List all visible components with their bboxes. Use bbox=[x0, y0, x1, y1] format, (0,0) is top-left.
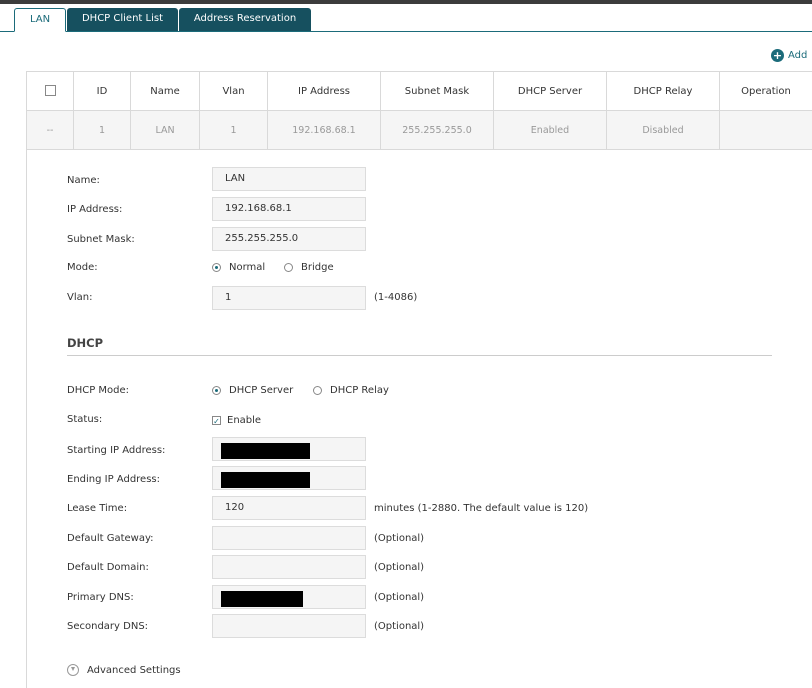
ip-address-input[interactable]: 192.168.68.1 bbox=[212, 197, 366, 221]
dhcp-relay-radio[interactable]: DHCP Relay bbox=[313, 385, 389, 396]
status-label: Status: bbox=[67, 414, 103, 425]
default-gateway-hint: (Optional) bbox=[374, 533, 425, 544]
column-header-id: ID bbox=[73, 71, 131, 111]
vlan-input[interactable]: 1 bbox=[212, 286, 366, 310]
column-header-subnet-mask: Subnet Mask bbox=[380, 71, 494, 111]
advanced-settings-toggle[interactable]: Advanced Settings bbox=[67, 664, 181, 676]
tab-dhcp-client-list[interactable]: DHCP Client List bbox=[67, 8, 178, 31]
top-bar bbox=[0, 0, 812, 4]
row-vlan-cell: 1 bbox=[199, 110, 268, 150]
ending-ip-input[interactable] bbox=[212, 466, 366, 490]
lease-time-input[interactable]: 120 bbox=[212, 496, 366, 520]
dhcp-mode-label: DHCP Mode: bbox=[67, 385, 130, 396]
starting-ip-input[interactable] bbox=[212, 437, 366, 461]
mode-bridge-radio[interactable]: Bridge bbox=[284, 262, 334, 273]
row-id-cell: 1 bbox=[73, 110, 131, 150]
primary-dns-input[interactable] bbox=[212, 585, 366, 609]
row-mask-cell: 255.255.255.0 bbox=[380, 110, 494, 150]
redacted-block bbox=[221, 472, 310, 488]
lease-time-label: Lease Time: bbox=[67, 503, 128, 514]
dhcp-relay-label: DHCP Relay bbox=[330, 385, 389, 396]
radio-unselected-icon bbox=[284, 263, 293, 272]
radio-unselected-icon bbox=[313, 386, 322, 395]
default-gateway-label: Default Gateway: bbox=[67, 533, 154, 544]
status-enable-label: Enable bbox=[227, 415, 262, 426]
mode-bridge-label: Bridge bbox=[301, 262, 334, 273]
mode-normal-radio[interactable]: Normal bbox=[212, 262, 265, 273]
add-label: Add bbox=[788, 50, 808, 61]
tab-address-reservation[interactable]: Address Reservation bbox=[179, 8, 311, 31]
tab-lan[interactable]: LAN bbox=[14, 8, 66, 32]
primary-dns-label: Primary DNS: bbox=[67, 592, 134, 603]
radio-selected-icon bbox=[212, 386, 221, 395]
column-header-ip-address: IP Address bbox=[267, 71, 381, 111]
add-button[interactable]: + Add bbox=[771, 49, 807, 62]
redacted-block bbox=[221, 591, 303, 607]
redacted-block bbox=[221, 443, 310, 459]
column-header-operation: Operation bbox=[719, 71, 812, 111]
advanced-settings-label: Advanced Settings bbox=[87, 664, 181, 676]
tab-bar: LAN DHCP Client List Address Reservation bbox=[0, 6, 812, 32]
default-domain-hint: (Optional) bbox=[374, 562, 425, 573]
ending-ip-label: Ending IP Address: bbox=[67, 474, 160, 485]
edit-panel bbox=[26, 145, 812, 688]
vlan-hint: (1-4086) bbox=[374, 292, 418, 303]
dhcp-section-title: DHCP bbox=[67, 336, 104, 350]
ip-address-label: IP Address: bbox=[67, 204, 123, 215]
dhcp-server-radio[interactable]: DHCP Server bbox=[212, 385, 293, 396]
section-divider bbox=[67, 355, 772, 356]
primary-dns-hint: (Optional) bbox=[374, 592, 425, 603]
row-server-cell: Enabled bbox=[493, 110, 607, 150]
select-all-cell[interactable] bbox=[26, 71, 74, 111]
name-input[interactable]: LAN bbox=[212, 167, 366, 191]
secondary-dns-label: Secondary DNS: bbox=[67, 621, 149, 632]
secondary-dns-input[interactable] bbox=[212, 614, 366, 638]
row-name-cell: LAN bbox=[130, 110, 200, 150]
row-relay-cell: Disabled bbox=[606, 110, 720, 150]
mode-label: Mode: bbox=[67, 262, 98, 273]
mode-normal-label: Normal bbox=[229, 262, 266, 273]
table-row[interactable]: -- 1 LAN 1 192.168.68.1 255.255.255.0 En… bbox=[26, 110, 812, 150]
subnet-mask-label: Subnet Mask: bbox=[67, 234, 135, 245]
subnet-mask-input[interactable]: 255.255.255.0 bbox=[212, 227, 366, 251]
secondary-dns-hint: (Optional) bbox=[374, 621, 425, 632]
name-label: Name: bbox=[67, 175, 100, 186]
row-operation-cell bbox=[719, 110, 812, 150]
vlan-label: Vlan: bbox=[67, 292, 93, 303]
row-check-cell: -- bbox=[26, 110, 74, 150]
starting-ip-label: Starting IP Address: bbox=[67, 445, 166, 456]
status-enable-checkbox[interactable]: ✓ Enable bbox=[212, 415, 261, 426]
row-ip-cell: 192.168.68.1 bbox=[267, 110, 381, 150]
column-header-vlan: Vlan bbox=[199, 71, 268, 111]
lan-table: ID Name Vlan IP Address Subnet Mask DHCP… bbox=[26, 71, 812, 150]
radio-selected-icon bbox=[212, 263, 221, 272]
default-domain-label: Default Domain: bbox=[67, 562, 149, 573]
dhcp-server-label: DHCP Server bbox=[229, 385, 294, 396]
table-header-row: ID Name Vlan IP Address Subnet Mask DHCP… bbox=[26, 71, 812, 111]
lease-time-hint: minutes (1-2880. The default value is 12… bbox=[374, 503, 589, 514]
default-gateway-input[interactable] bbox=[212, 526, 366, 550]
column-header-dhcp-relay: DHCP Relay bbox=[606, 71, 720, 111]
column-header-dhcp-server: DHCP Server bbox=[493, 71, 607, 111]
column-header-name: Name bbox=[130, 71, 200, 111]
checkmark-icon: ✓ bbox=[212, 416, 221, 426]
plus-circle-icon: + bbox=[771, 49, 784, 62]
default-domain-input[interactable] bbox=[212, 555, 366, 579]
select-all-checkbox[interactable] bbox=[44, 85, 56, 97]
chevron-down-circle-icon bbox=[67, 664, 79, 676]
